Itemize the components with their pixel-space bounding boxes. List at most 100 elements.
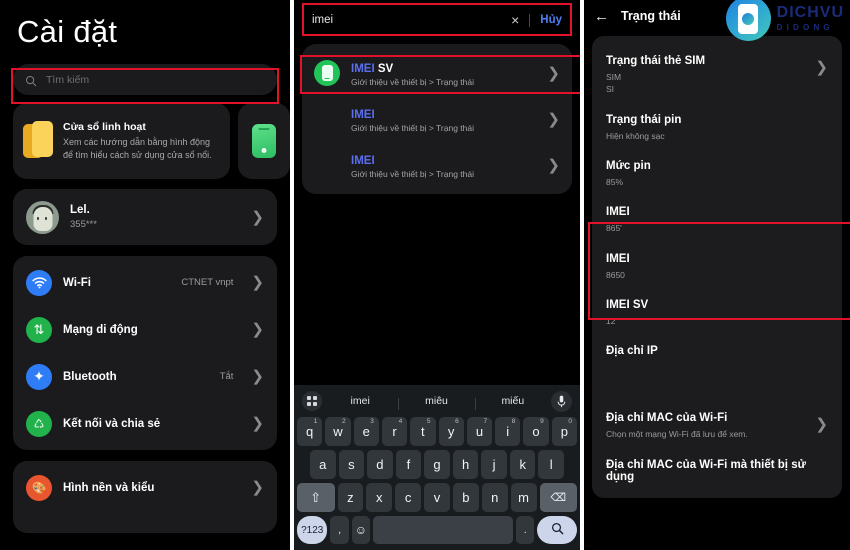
- item-label: Trạng thái thẻ SIM: [606, 55, 706, 67]
- brand-logo: DICHVU DIDONG: [725, 0, 844, 41]
- sidebar-item-label: Kết nối và chia sẻ: [63, 417, 161, 430]
- numeric-key[interactable]: ?123: [297, 516, 328, 544]
- list-item-wifi-mac[interactable]: Địa chỉ MAC của Wi-Fi Chọn một mạng Wi-F…: [592, 403, 842, 449]
- search-key[interactable]: [537, 516, 577, 544]
- key-v[interactable]: v: [424, 483, 450, 512]
- key-e[interactable]: e3: [353, 417, 379, 446]
- result-breadcrumb: Giới thiệu về thiết bị > Trạng thái: [351, 77, 474, 87]
- emoji-icon[interactable]: ☺: [351, 516, 371, 544]
- key-d[interactable]: d: [367, 450, 393, 479]
- floating-window-icon: [23, 121, 53, 161]
- key-q[interactable]: q1: [297, 417, 323, 446]
- wallpaper-icon: 🎨: [26, 474, 52, 501]
- keyboard-row-4: ?123 , ☺ .: [297, 516, 577, 544]
- account-row[interactable]: Lel. 355*** ❯: [13, 189, 277, 245]
- item-value: Chọn một mạng Wi-Fi đã lưu để xem.: [606, 429, 748, 440]
- device-info-icon: [314, 60, 340, 86]
- search-result-imei-sv[interactable]: IMEI SV Giới thiệu về thiết bị > Trạng t…: [302, 50, 572, 96]
- logo-line-2: DIDONG: [776, 23, 834, 32]
- chevron-right-icon: ❯: [547, 64, 560, 82]
- account-name: Lel.: [70, 204, 90, 216]
- item-value: 85%: [606, 176, 624, 187]
- panel-search: imei × Hủy IMEI SV Giới thiệu về thiết b…: [294, 0, 580, 550]
- secondary-feature-card[interactable]: [238, 103, 290, 179]
- search-result-imei-1[interactable]: IMEI Giới thiệu về thiết bị > Trạng thái…: [302, 96, 572, 142]
- avatar: [26, 200, 59, 234]
- suggestion-2[interactable]: miếu: [474, 395, 551, 410]
- comma-key[interactable]: ,: [330, 516, 349, 544]
- list-item-ip-address: Địa chỉ IP: [592, 336, 842, 403]
- suggestion-1[interactable]: miêu: [398, 395, 474, 410]
- search-result-imei-2[interactable]: IMEI Giới thiệu về thiết bị > Trạng thái…: [302, 142, 572, 188]
- key-f[interactable]: f: [395, 450, 422, 479]
- result-title: IMEI SV: [351, 63, 394, 75]
- card-body: Xem các hướng dẫn bằng hình động để tìm …: [63, 137, 212, 160]
- sidebar-item-connection-sharing[interactable]: ♺ Kết nối và chia sẻ ❯: [13, 400, 277, 447]
- sidebar-item-wifi[interactable]: Wi-Fi CTNET vnpt ❯: [13, 259, 277, 306]
- chevron-right-icon: ❯: [815, 59, 828, 76]
- key-a[interactable]: a: [309, 450, 336, 479]
- page-title: Cài đặt: [17, 14, 118, 49]
- chevron-right-icon: ❯: [251, 415, 264, 432]
- period-key[interactable]: .: [516, 516, 535, 544]
- key-g[interactable]: g: [424, 450, 450, 479]
- search-query[interactable]: imei: [312, 14, 511, 26]
- key-m[interactable]: m: [510, 483, 537, 512]
- connectivity-group: Wi-Fi CTNET vnpt ❯ ⇅ Mạng di động ❯ ✦ Bl…: [13, 256, 277, 450]
- feature-cards: Cửa sổ linh hoạt Xem các hướng dẫn bằng …: [0, 95, 290, 179]
- sidebar-item-mobile-network[interactable]: ⇅ Mạng di động ❯: [13, 306, 277, 353]
- search-bar[interactable]: imei × Hủy: [302, 6, 572, 34]
- backspace-key[interactable]: ⌫: [539, 483, 578, 512]
- chevron-right-icon: ❯: [251, 321, 264, 338]
- key-w[interactable]: w2: [325, 417, 351, 446]
- key-r[interactable]: r4: [381, 417, 408, 446]
- result-title: IMEI: [351, 155, 375, 167]
- key-n[interactable]: n: [481, 483, 508, 512]
- key-b[interactable]: b: [452, 483, 479, 512]
- suggestion-bar: imei miêu miếu: [297, 389, 577, 413]
- chevron-right-icon: ❯: [547, 110, 560, 128]
- back-arrow-icon[interactable]: ←: [594, 8, 609, 25]
- sidebar-item-wallpaper[interactable]: 🎨 Hình nền và kiểu ❯: [13, 464, 277, 511]
- item-label: IMEI: [606, 206, 630, 219]
- item-value: 8650: [606, 269, 625, 280]
- list-item-battery-level: Mức pin 85%: [592, 151, 842, 197]
- logo-line-1: DICHVU: [776, 4, 844, 21]
- chevron-right-icon: ❯: [251, 274, 264, 291]
- key-p[interactable]: p0: [551, 417, 577, 446]
- shift-key[interactable]: ⇧: [297, 483, 335, 512]
- space-key[interactable]: [373, 516, 514, 544]
- list-item-sim-status[interactable]: Trạng thái thẻ SIM SIM SI ❯: [592, 46, 842, 105]
- key-x[interactable]: x: [366, 483, 393, 512]
- mic-icon[interactable]: [550, 390, 572, 412]
- sidebar-item-label: Wi-Fi: [63, 276, 91, 289]
- result-breadcrumb: Giới thiệu về thiết bị > Trạng thái: [351, 123, 474, 133]
- suggestion-0[interactable]: imei: [322, 395, 398, 407]
- cancel-button[interactable]: Hủy: [540, 14, 562, 26]
- key-u[interactable]: u7: [466, 417, 493, 446]
- close-icon[interactable]: ×: [511, 12, 519, 28]
- wifi-icon: [26, 269, 52, 296]
- key-z[interactable]: z: [337, 483, 364, 512]
- key-k[interactable]: k: [509, 450, 536, 479]
- item-label: IMEI SV: [606, 298, 649, 311]
- sidebar-item-bluetooth[interactable]: ✦ Bluetooth Tắt ❯: [13, 353, 277, 400]
- floating-window-card[interactable]: Cửa sổ linh hoạt Xem các hướng dẫn bằng …: [13, 103, 231, 179]
- key-l[interactable]: l: [538, 450, 565, 479]
- key-h[interactable]: h: [452, 450, 479, 479]
- keyboard-switch-icon[interactable]: [302, 391, 322, 411]
- card-title: Cửa sổ linh hoạt: [63, 121, 146, 134]
- search-input[interactable]: Tìm kiếm: [13, 64, 277, 95]
- key-s[interactable]: s: [338, 450, 365, 479]
- key-y[interactable]: y6: [438, 417, 464, 446]
- key-c[interactable]: c: [395, 483, 422, 512]
- key-t[interactable]: t5: [410, 417, 436, 446]
- sidebar-item-label: Bluetooth: [63, 370, 117, 383]
- item-label: Địa chỉ MAC của Wi-Fi mà thiết bị sử dụn…: [606, 458, 806, 483]
- sidebar-item-label: Mạng di động: [63, 323, 138, 336]
- key-i[interactable]: i8: [495, 417, 521, 446]
- key-o[interactable]: o9: [523, 417, 549, 446]
- on-screen-keyboard: imei miêu miếu q1 w2 e3 r4 t5 y6 u7 i8 o…: [294, 385, 580, 550]
- key-j[interactable]: j: [481, 450, 507, 479]
- search-container: Tìm kiếm: [0, 50, 290, 95]
